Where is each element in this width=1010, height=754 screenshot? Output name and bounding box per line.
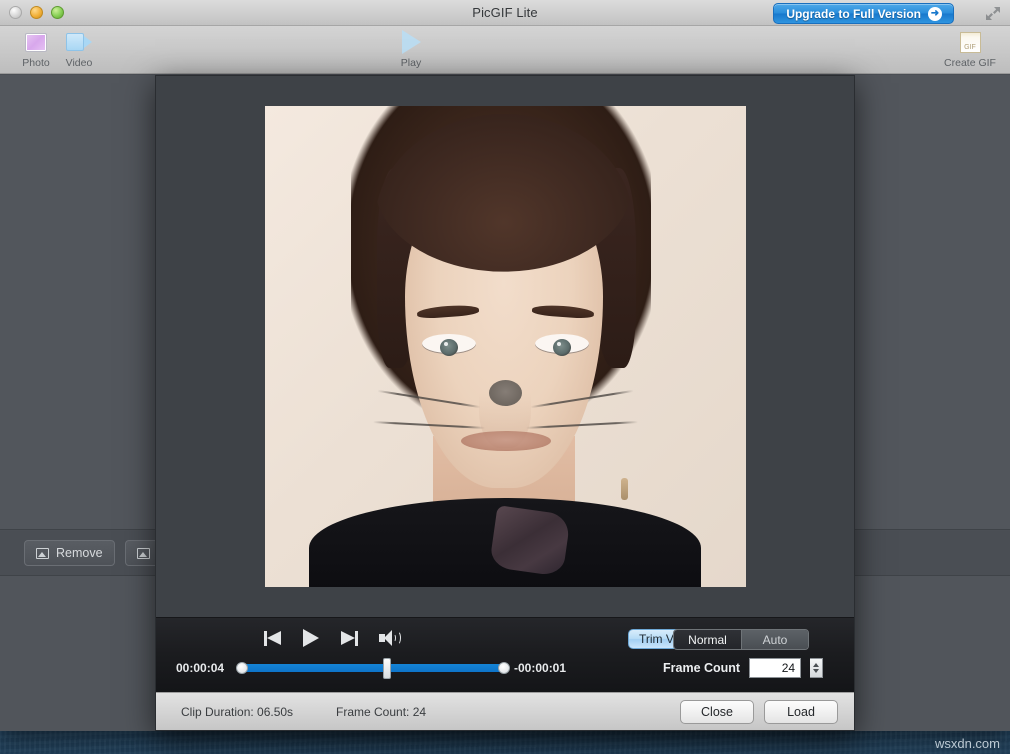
mode-normal-button[interactable]: Normal <box>674 630 741 649</box>
skip-previous-icon[interactable] <box>264 631 282 646</box>
remove-button-label: Remove <box>56 546 103 560</box>
frame-count-stepper[interactable] <box>810 658 823 678</box>
toolbar-item-create-gif[interactable]: GIF Create GIF <box>939 29 1001 69</box>
video-frame-preview <box>265 106 746 587</box>
frame-count-label: Frame Count <box>663 661 740 675</box>
title-bar: PicGIF Lite Upgrade to Full Version ➜ <box>0 0 1010 26</box>
timeline-end-time: -00:00:01 <box>514 661 566 675</box>
video-import-dialog: Trim Video Normal Auto 00:00:04 -00:00:0… <box>155 75 855 731</box>
toolbar-item-play[interactable]: Play <box>386 29 436 69</box>
dialog-status-bar: Clip Duration: 06.50s Frame Count: 24 Cl… <box>156 692 854 730</box>
timeline-track[interactable] <box>242 664 504 672</box>
app-window: PicGIF Lite Upgrade to Full Version ➜ Ph… <box>0 0 1010 731</box>
clip-duration-label: Clip Duration: 06.50s <box>181 705 293 719</box>
photo-icon <box>25 29 47 55</box>
preview-stage <box>156 76 854 617</box>
upgrade-to-full-version-button[interactable]: Upgrade to Full Version ➜ <box>773 3 954 24</box>
stepper-up-icon[interactable] <box>813 663 819 667</box>
mode-auto-button[interactable]: Auto <box>741 630 808 649</box>
main-toolbar: Photo Video Play GIF Create GIF <box>0 26 1010 74</box>
toolbar-play-label: Play <box>401 57 421 69</box>
video-icon <box>66 29 92 55</box>
gif-file-icon: GIF <box>960 29 981 55</box>
close-button[interactable]: Close <box>680 700 754 724</box>
timeline-start-time: 00:00:04 <box>176 661 238 675</box>
upgrade-button-label: Upgrade to Full Version <box>786 7 921 21</box>
toolbar-photo-label: Photo <box>22 57 49 69</box>
load-button[interactable]: Load <box>764 700 838 724</box>
trim-end-handle[interactable] <box>498 662 510 674</box>
arrow-right-circle-icon: ➜ <box>928 7 942 21</box>
toolbar-video-label: Video <box>66 57 93 69</box>
frame-count-status-label: Frame Count: 24 <box>336 705 426 719</box>
frame-count-input[interactable]: 24 <box>749 658 801 678</box>
fullscreen-icon[interactable] <box>985 6 1001 21</box>
mode-toggle: Normal Auto <box>673 629 809 650</box>
toolbar-item-video[interactable]: Video <box>53 29 105 69</box>
remove-button[interactable]: Remove <box>24 540 115 566</box>
image-icon <box>137 548 150 559</box>
play-icon[interactable] <box>303 629 319 647</box>
playhead-handle[interactable] <box>383 658 391 679</box>
stepper-down-icon[interactable] <box>813 669 819 673</box>
frame-count-row: Frame Count 24 <box>663 658 823 678</box>
timeline-row: 00:00:04 -00:00:01 <box>176 661 566 675</box>
watermark: wsxdn.com <box>935 736 1000 751</box>
playback-controls-bar: Trim Video Normal Auto 00:00:04 -00:00:0… <box>156 617 854 692</box>
trim-start-handle[interactable] <box>236 662 248 674</box>
volume-icon[interactable] <box>379 630 401 646</box>
toolbar-create-gif-label: Create GIF <box>944 57 996 69</box>
play-icon <box>402 29 421 55</box>
image-icon <box>36 548 49 559</box>
transport-controls <box>264 629 401 647</box>
skip-next-icon[interactable] <box>340 631 358 646</box>
